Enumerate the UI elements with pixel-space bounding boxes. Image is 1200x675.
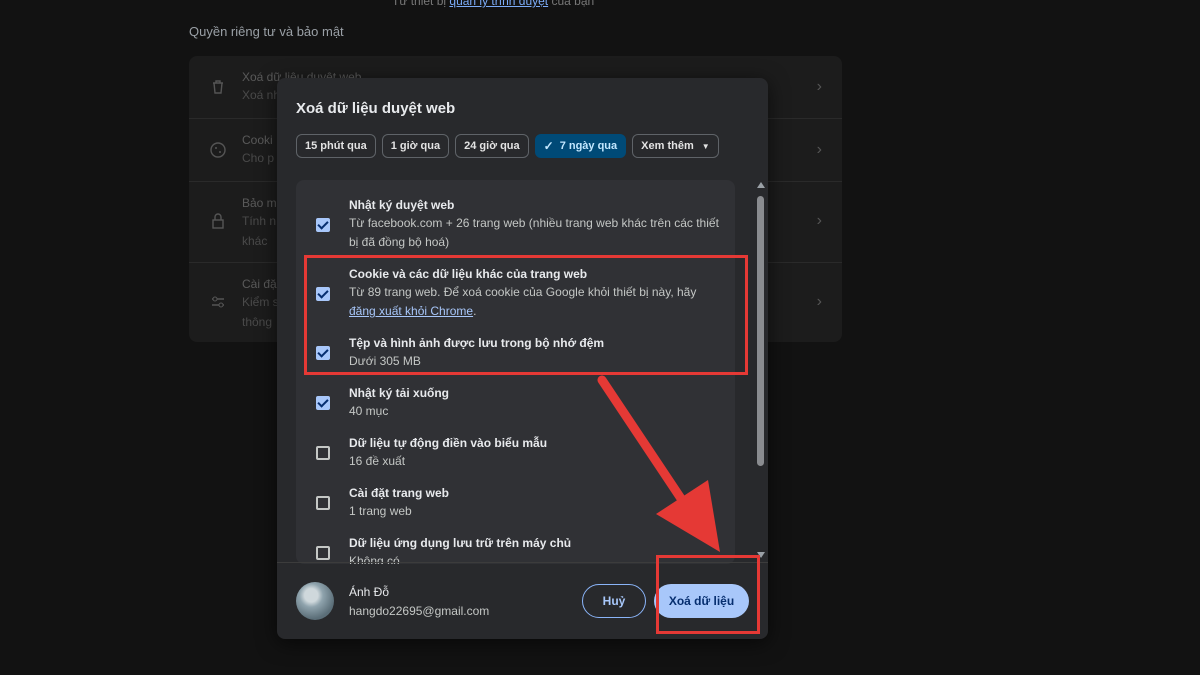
row-subtitle: Cho p: [242, 151, 275, 165]
row-subtitle: Kiểm s: [242, 295, 279, 309]
item-subtitle: 40 mục: [349, 404, 389, 418]
checkbox-site-settings[interactable]: [316, 496, 330, 510]
checkbox-hosted-app-data[interactable]: [316, 546, 330, 560]
top-note: Từ thiết bị quản lý trình duyệt của bạn: [392, 0, 594, 8]
item-title: Cookie và các dữ liệu khác của trang web: [349, 267, 588, 281]
cookie-icon: [210, 142, 226, 158]
checkmark-icon: ✓: [543, 139, 554, 153]
section-title: Quyền riêng tư và bảo mật: [189, 24, 344, 39]
manage-browser-link[interactable]: quản lý trình duyệt: [449, 0, 548, 8]
chevron-right-icon: ›: [816, 78, 822, 95]
row-title: Cài đặ: [242, 277, 277, 291]
lock-icon: [212, 213, 224, 229]
user-name: Ánh Đỗ: [349, 585, 390, 599]
item-title: Nhật ký tải xuống: [349, 386, 450, 400]
scrollbar-thumb[interactable]: [757, 196, 764, 466]
trash-icon: [213, 80, 223, 94]
footer-divider: [277, 562, 768, 563]
top-note-suffix: của bạn: [551, 0, 595, 8]
chevron-right-icon: ›: [816, 141, 822, 158]
item-title: Cài đặt trang web: [349, 486, 450, 500]
avatar: [296, 582, 334, 620]
scroll-up-icon[interactable]: [757, 182, 765, 188]
item-subtitle: Từ facebook.com + 26 trang web (nhiều tr…: [349, 216, 719, 249]
data-type-list: Nhật ký duyệt web Từ facebook.com + 26 t…: [296, 180, 735, 564]
checkbox-cookies[interactable]: [316, 287, 330, 301]
chip-label: 7 ngày qua: [559, 140, 618, 152]
chip-24-hours[interactable]: 24 giờ qua: [455, 134, 529, 158]
time-range-chips: 15 phút qua 1 giờ qua 24 giờ qua ✓ 7 ngà…: [296, 134, 719, 158]
checkbox-download-history[interactable]: [316, 396, 330, 410]
chevron-right-icon: ›: [816, 293, 822, 310]
clear-browsing-data-dialog: Xoá dữ liệu duyệt web 15 phút qua 1 giờ …: [277, 78, 768, 639]
sliders-icon: [212, 296, 224, 308]
chevron-right-icon: ›: [816, 212, 822, 229]
sign-out-chrome-link[interactable]: đăng xuất khỏi Chrome: [349, 304, 473, 318]
list-scrollbar[interactable]: [756, 180, 766, 565]
dialog-title: Xoá dữ liệu duyệt web: [296, 100, 456, 117]
row-title: Bảo m: [242, 196, 277, 210]
item-subtitle-text: Từ 89 trang web. Để xoá cookie của Googl…: [349, 285, 697, 299]
caret-down-icon: ▼: [701, 141, 710, 151]
item-title: Dữ liệu tự động điền vào biểu mẫu: [349, 436, 548, 450]
chip-7-days[interactable]: ✓ 7 ngày qua: [534, 134, 627, 158]
row-subtitle-2: thông: [242, 315, 273, 329]
top-note-prefix: Từ thiết bị: [392, 0, 447, 8]
user-email: hangdo22695@gmail.com: [349, 604, 490, 618]
item-subtitle: 1 trang web: [349, 504, 412, 518]
item-subtitle: Từ 89 trang web. Để xoá cookie của Googl…: [349, 283, 719, 321]
chip-1-hour[interactable]: 1 giờ qua: [381, 134, 450, 158]
item-subtitle: Dưới 305 MB: [349, 354, 421, 368]
item-title: Tệp và hình ảnh được lưu trong bộ nhớ đệ…: [349, 336, 605, 350]
row-subtitle-2: khác: [242, 234, 268, 248]
checkbox-autofill[interactable]: [316, 446, 330, 460]
row-subtitle: Tính n: [242, 214, 277, 228]
item-title: Nhật ký duyệt web: [349, 198, 455, 212]
cancel-button[interactable]: Huỷ: [582, 584, 646, 618]
checkbox-browsing-history[interactable]: [316, 218, 330, 232]
item-subtitle: 16 đề xuất: [349, 454, 406, 468]
row-title: Cooki: [242, 133, 273, 147]
clear-data-button[interactable]: Xoá dữ liệu: [654, 584, 749, 618]
scroll-down-icon[interactable]: [757, 552, 765, 558]
chip-more-options[interactable]: Xem thêm ▼: [632, 134, 719, 158]
row-subtitle: Xoá nh: [242, 88, 281, 102]
item-subtitle-end: .: [473, 304, 477, 318]
chip-15-minutes[interactable]: 15 phút qua: [296, 134, 376, 158]
chip-label: Xem thêm: [641, 140, 694, 152]
item-title: Dữ liệu ứng dụng lưu trữ trên máy chủ: [349, 536, 572, 550]
checkbox-cached-files[interactable]: [316, 346, 330, 360]
